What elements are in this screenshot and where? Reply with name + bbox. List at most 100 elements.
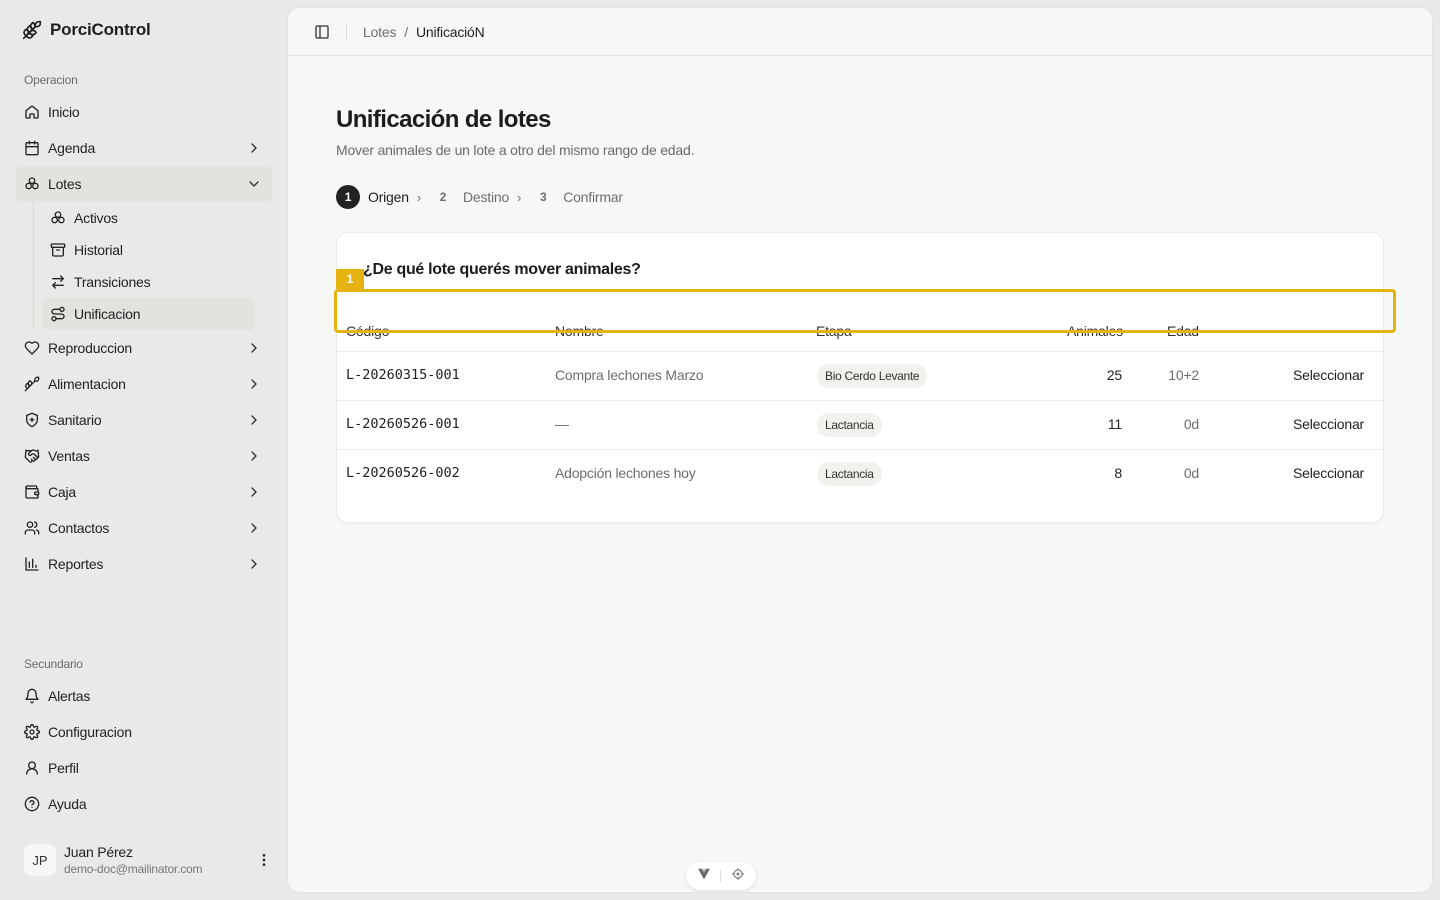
section-label-operacion: Operacion	[24, 73, 78, 87]
sidebar-subitem-unificacion[interactable]: Unificacion	[42, 298, 255, 330]
table-row: L-20260315-001 Compra lechones Marzo Bio…	[337, 352, 1383, 401]
lot-name: Adopción lechones hoy	[555, 465, 696, 481]
step-number-destino: 2	[439, 190, 447, 204]
main-panel: Lotes / UnificacióN Unificación de lotes…	[288, 8, 1432, 892]
column-header-animals: Animales	[1067, 323, 1123, 339]
main-nav: Inicio Agenda Lotes Activos Historial Tr…	[16, 94, 272, 582]
sidebar-item-configuracion[interactable]: Configuracion	[16, 714, 272, 750]
sidebar-item-label: Reproduccion	[48, 340, 132, 356]
crosshair-icon[interactable]	[731, 867, 745, 886]
user-menu[interactable]: JP Juan Pérez demo-doc@mailinator.com	[24, 842, 272, 878]
sidebar-item-ventas[interactable]: Ventas	[16, 438, 272, 474]
more-vertical-icon[interactable]	[256, 852, 272, 868]
step-label-origen: Origen	[368, 189, 409, 205]
sidebar-item-label: Lotes	[48, 176, 82, 192]
sidebar-item-agenda[interactable]: Agenda	[16, 130, 272, 166]
divider	[720, 870, 722, 882]
sidebar-item-alimentacion[interactable]: Alimentacion	[16, 366, 272, 402]
sidebar-item-label: Ayuda	[48, 796, 87, 812]
lot-selection-card: ¿De qué lote querés mover animales? Códi…	[336, 232, 1384, 523]
brand-name: PorciControl	[50, 20, 151, 39]
animal-count: 11	[1107, 416, 1122, 432]
breadcrumb: Lotes / UnificacióN	[363, 24, 485, 40]
stage-badge: Lactancia	[817, 413, 882, 437]
table-row: L-20260526-002 Adopción lechones hoy Lac…	[337, 450, 1383, 499]
wheat-logo-icon	[22, 20, 42, 40]
lot-age: 0d	[1183, 465, 1199, 481]
sidebar-item-label: Alertas	[48, 688, 91, 704]
vue-devtools-icon[interactable]	[697, 867, 711, 886]
sidebar-item-caja[interactable]: Caja	[16, 474, 272, 510]
column-header-code: Código	[346, 323, 390, 339]
sidebar: PorciControl Operacion Inicio Agenda Lot…	[0, 0, 288, 900]
sidebar-item-contactos[interactable]: Contactos	[16, 510, 272, 546]
user-info: Juan Pérez demo-doc@mailinator.com	[64, 844, 256, 876]
sidebar-item-label: Configuracion	[48, 724, 132, 740]
sidebar-item-label: Reportes	[48, 556, 104, 572]
sidebar-item-perfil[interactable]: Perfil	[16, 750, 272, 786]
animal-count: 25	[1106, 367, 1122, 383]
stage-badge: Lactancia	[817, 462, 882, 486]
topbar: Lotes / UnificacióN	[288, 8, 1432, 56]
step-number-origen: 1	[336, 185, 360, 209]
chevron-right-icon	[246, 556, 262, 572]
sidebar-subitem-activos[interactable]: Activos	[42, 202, 255, 234]
lot-code: L-20260315-001	[346, 367, 460, 383]
home-icon	[24, 104, 40, 120]
sidebar-subitem-transiciones[interactable]: Transiciones	[42, 266, 255, 298]
select-button[interactable]: Seleccionar	[1264, 465, 1364, 481]
breadcrumb-lotes[interactable]: Lotes	[363, 24, 396, 40]
sidebar-subitem-label: Activos	[74, 210, 118, 226]
table-row: L-20260526-001 — Lactancia 11 0d Selecci…	[337, 401, 1383, 450]
chevron-right-icon	[246, 340, 262, 356]
heart-icon	[24, 340, 40, 356]
sidebar-item-inicio[interactable]: Inicio	[16, 94, 272, 130]
column-header-age: Edad	[1167, 323, 1199, 339]
user-icon	[24, 760, 40, 776]
sidebar-subitem-label: Unificacion	[74, 306, 141, 322]
sidebar-subitem-label: Historial	[74, 242, 123, 258]
lotes-icon	[24, 176, 40, 192]
select-button[interactable]: Seleccionar	[1264, 416, 1364, 432]
chevron-right-icon	[246, 412, 262, 428]
chevron-right-icon	[246, 140, 262, 156]
sidebar-item-label: Perfil	[48, 760, 79, 776]
sidebar-toggle-icon[interactable]	[314, 24, 330, 40]
sidebar-item-sanitario[interactable]: Sanitario	[16, 402, 272, 438]
shield-icon	[24, 412, 40, 428]
sidebar-item-label: Inicio	[48, 104, 80, 120]
brand[interactable]: PorciControl	[22, 20, 151, 40]
avatar: JP	[24, 844, 56, 876]
sidebar-item-alertas[interactable]: Alertas	[16, 678, 272, 714]
help-circle-icon	[24, 796, 40, 812]
arrows-left-right-icon	[50, 274, 66, 290]
secondary-nav: Alertas Configuracion Perfil Ayuda	[16, 678, 272, 822]
step-label-destino: Destino	[462, 189, 510, 205]
sidebar-item-reproduccion[interactable]: Reproduccion	[16, 330, 272, 366]
route-icon	[50, 306, 66, 322]
sidebar-item-ayuda[interactable]: Ayuda	[16, 786, 272, 822]
lot-age: 10+2	[1168, 367, 1199, 383]
archive-icon	[50, 242, 66, 258]
handshake-icon	[24, 448, 40, 464]
table-header: Código Nombre Etapa Animales Edad	[337, 313, 1383, 352]
select-button[interactable]: Seleccionar	[1264, 367, 1364, 383]
wallet-icon	[24, 484, 40, 500]
sidebar-subitem-historial[interactable]: Historial	[42, 234, 255, 266]
chevron-down-icon	[246, 176, 262, 192]
chevron-right-icon	[246, 520, 262, 536]
sidebar-subitem-label: Transiciones	[74, 274, 151, 290]
step-separator: ›	[517, 189, 522, 205]
column-header-stage: Etapa	[816, 323, 852, 339]
lot-name: Compra lechones Marzo	[555, 367, 704, 383]
lotes-icon	[50, 210, 66, 226]
chevron-right-icon	[246, 448, 262, 464]
card-title: ¿De qué lote querés mover animales?	[363, 261, 641, 278]
breadcrumb-separator: /	[404, 23, 408, 40]
sidebar-item-lotes[interactable]: Lotes	[16, 166, 272, 202]
lot-code: L-20260526-002	[346, 465, 460, 481]
step-number-confirmar: 3	[539, 190, 547, 204]
sidebar-item-label: Caja	[48, 484, 76, 500]
sidebar-item-reportes[interactable]: Reportes	[16, 546, 272, 582]
lot-name: —	[555, 416, 569, 432]
